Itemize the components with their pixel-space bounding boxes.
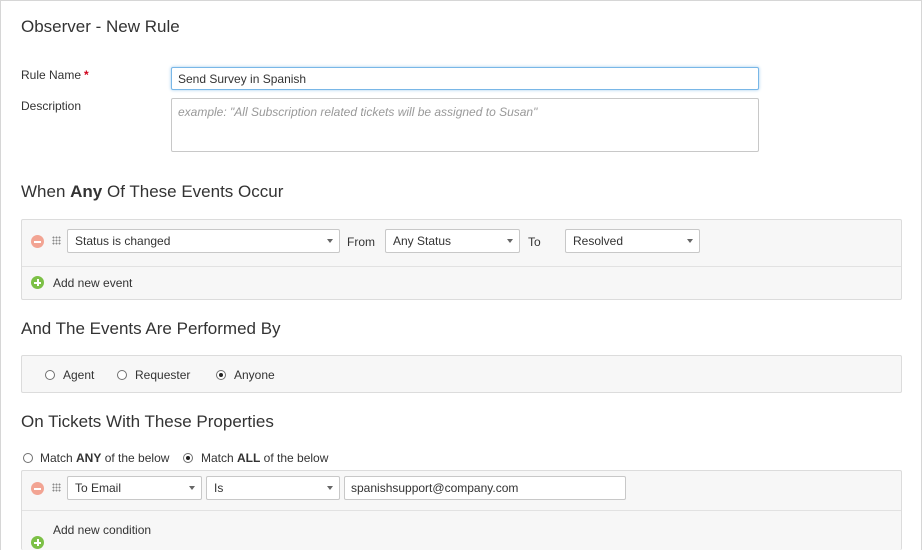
- agent-radio-label: Agent: [63, 368, 95, 382]
- match-all-prefix: Match: [201, 451, 238, 465]
- condition-value-input[interactable]: spanishsupport@company.com: [344, 476, 626, 500]
- rule-name-label: Rule Name *: [21, 68, 89, 82]
- from-label: From: [347, 235, 375, 249]
- match-any-label: Match ANY of the below: [40, 451, 169, 465]
- match-any-suffix: of the below: [101, 451, 170, 465]
- remove-event-icon[interactable]: [31, 235, 44, 248]
- match-any-prefix: Match: [40, 451, 77, 465]
- performer-requester-option[interactable]: Requester: [117, 368, 190, 382]
- add-event-icon[interactable]: [31, 276, 44, 289]
- description-textarea[interactable]: example: "All Subscription related ticke…: [171, 98, 759, 152]
- drag-handle-icon[interactable]: [52, 236, 61, 245]
- events-title-prefix: When: [21, 182, 71, 201]
- to-status-value: Resolved: [573, 234, 624, 248]
- add-new-condition-link[interactable]: Add new condition: [53, 523, 151, 537]
- chevron-down-icon: [327, 239, 333, 243]
- chevron-down-icon: [507, 239, 513, 243]
- match-any-bold: ANY: [76, 451, 102, 465]
- conditions-panel-divider: [22, 510, 901, 511]
- requester-radio-label: Requester: [135, 368, 191, 382]
- to-status-select[interactable]: Resolved: [565, 229, 700, 253]
- agent-radio[interactable]: [45, 370, 55, 380]
- match-all-suffix: of the below: [260, 451, 329, 465]
- condition-operator-select[interactable]: Is: [206, 476, 340, 500]
- events-title-bold: Any: [70, 182, 103, 201]
- condition-field-value: To Email: [75, 481, 122, 495]
- requester-radio[interactable]: [117, 370, 127, 380]
- event-select-value: Status is changed: [75, 234, 171, 248]
- chevron-down-icon: [687, 239, 693, 243]
- page-title: Observer - New Rule: [21, 17, 180, 36]
- condition-value-text: spanishsupport@company.com: [351, 481, 519, 495]
- events-section-title: When Any Of These Events Occur: [21, 182, 283, 202]
- match-any-radio[interactable]: [23, 453, 33, 463]
- from-status-value: Any Status: [393, 234, 452, 248]
- performed-section-title: And The Events Are Performed By: [21, 319, 281, 338]
- remove-condition-icon[interactable]: [31, 482, 44, 495]
- condition-operator-value: Is: [214, 481, 224, 495]
- match-all-label: Match ALL of the below: [201, 451, 328, 465]
- performer-anyone-option[interactable]: Anyone: [216, 368, 275, 382]
- add-new-event-link[interactable]: Add new event: [53, 276, 132, 290]
- anyone-radio[interactable]: [216, 370, 226, 380]
- required-mark: *: [84, 68, 89, 82]
- properties-section-title: On Tickets With These Properties: [21, 412, 274, 431]
- add-condition-icon[interactable]: [31, 536, 44, 549]
- events-panel-divider: [22, 266, 901, 267]
- match-all-radio[interactable]: [183, 453, 193, 463]
- events-title-suffix: Of These Events Occur: [102, 182, 284, 201]
- match-any-option[interactable]: Match ANY of the below: [23, 451, 169, 465]
- rule-name-label-text: Rule Name: [21, 68, 82, 82]
- description-placeholder: example: "All Subscription related ticke…: [178, 105, 538, 119]
- rule-name-input[interactable]: Send Survey in Spanish: [171, 67, 759, 90]
- drag-handle-icon[interactable]: [52, 483, 61, 492]
- rule-name-input-value: Send Survey in Spanish: [178, 71, 307, 86]
- from-status-select[interactable]: Any Status: [385, 229, 520, 253]
- chevron-down-icon: [327, 486, 333, 490]
- anyone-radio-label: Anyone: [234, 368, 275, 382]
- condition-field-select[interactable]: To Email: [67, 476, 202, 500]
- match-all-option[interactable]: Match ALL of the below: [183, 451, 328, 465]
- description-label: Description: [21, 99, 82, 113]
- performer-agent-option[interactable]: Agent: [45, 368, 94, 382]
- match-all-bold: ALL: [237, 451, 261, 465]
- event-select[interactable]: Status is changed: [67, 229, 340, 253]
- chevron-down-icon: [189, 486, 195, 490]
- to-label: To: [528, 235, 541, 249]
